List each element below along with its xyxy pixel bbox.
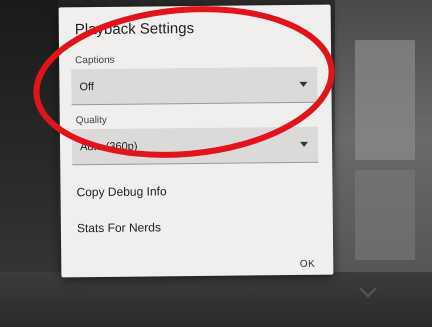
- chevron-down-icon: [300, 141, 309, 147]
- dialog-title: Playback Settings: [74, 20, 195, 39]
- captions-label: Captions: [75, 54, 115, 67]
- ok-button[interactable]: OK: [300, 259, 316, 270]
- captions-select[interactable]: Off: [71, 66, 318, 106]
- quality-select[interactable]: Auto (360p): [71, 126, 319, 166]
- background-thumbnail: [355, 40, 415, 160]
- background-thumbnail: [355, 170, 415, 260]
- copy-debug-info-item[interactable]: Copy Debug Info: [76, 184, 166, 199]
- quality-select-value: Auto (360p): [79, 140, 138, 154]
- quality-label: Quality: [75, 114, 107, 127]
- playback-settings-dialog: Playback Settings Captions Off Quality A…: [58, 4, 334, 278]
- stats-for-nerds-item[interactable]: Stats For Nerds: [77, 220, 161, 235]
- chevron-down-icon: [299, 81, 308, 87]
- captions-select-value: Off: [79, 81, 94, 94]
